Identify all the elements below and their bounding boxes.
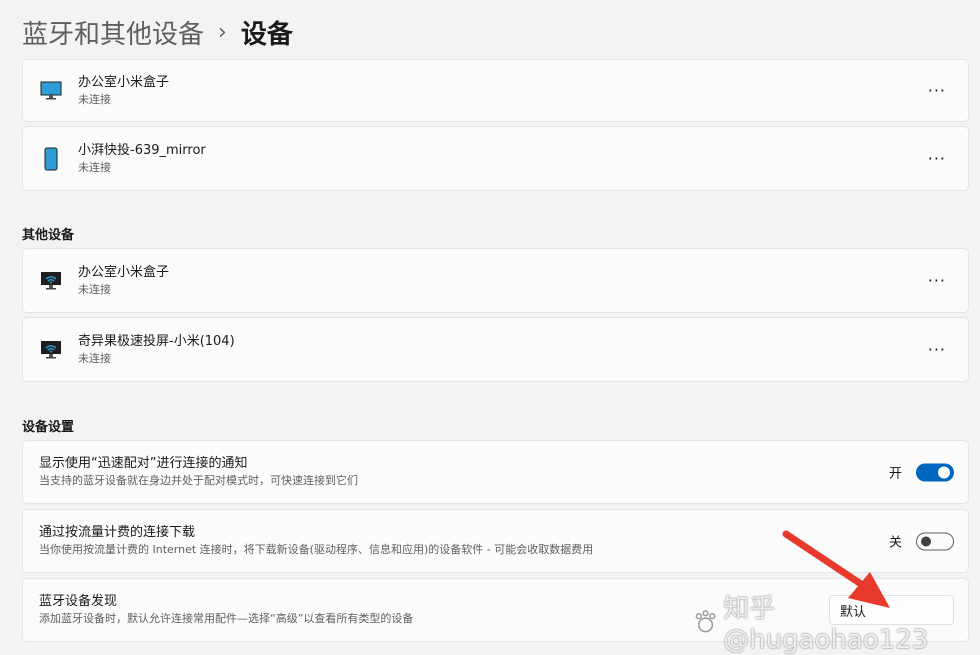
paw-logo-icon bbox=[695, 609, 716, 632]
device-name: 办公室小米盒子 bbox=[78, 74, 170, 90]
setting-description: 当支持的蓝牙设备就在身边并处于配对模式时，可快速连接到它们 bbox=[39, 474, 358, 487]
monitor-icon bbox=[39, 79, 63, 103]
device-status: 未连接 bbox=[78, 351, 111, 365]
more-options-icon[interactable]: ··· bbox=[928, 341, 946, 357]
toggle-state-label: 开 bbox=[888, 466, 902, 482]
device-status: 未连接 bbox=[78, 282, 111, 296]
more-options-icon[interactable]: ··· bbox=[928, 82, 946, 98]
setting-title: 蓝牙设备发现 bbox=[39, 594, 118, 609]
page-title: 设备 bbox=[240, 19, 293, 50]
toggle-knob bbox=[921, 536, 931, 546]
swift-pair-toggle[interactable] bbox=[916, 463, 954, 481]
setting-title: 通过按流量计费的连接下载 bbox=[39, 525, 196, 540]
device-status: 未连接 bbox=[78, 160, 111, 174]
breadcrumb: 蓝牙和其他设备 › 设备 bbox=[22, 12, 293, 52]
device-status: 未连接 bbox=[78, 92, 111, 106]
more-options-icon[interactable]: ··· bbox=[928, 150, 946, 166]
device-card[interactable]: 办公室小米盒子 未连接 ··· bbox=[22, 59, 969, 122]
phone-icon bbox=[39, 147, 63, 171]
toggle-knob bbox=[938, 466, 950, 478]
watermark-text: 知乎 @hugaohao123 bbox=[723, 594, 929, 655]
wireless-display-icon bbox=[39, 338, 63, 362]
device-card[interactable]: 奇异果极速投屏-小米(104) 未连接 ··· bbox=[22, 317, 969, 382]
section-title-other-devices: 其他设备 bbox=[22, 228, 75, 243]
device-name: 奇异果极速投屏-小米(104) bbox=[78, 333, 235, 349]
device-name: 小湃快投-639_mirror bbox=[78, 142, 206, 158]
setting-description: 当你使用按流量计费的 Internet 连接时，将下载新设备(驱动程序、信息和应… bbox=[39, 543, 594, 556]
device-name: 办公室小米盒子 bbox=[78, 264, 170, 280]
more-options-icon[interactable]: ··· bbox=[928, 272, 946, 288]
device-card[interactable]: 办公室小米盒子 未连接 ··· bbox=[22, 248, 969, 313]
setting-title: 显示使用“迅速配对”进行连接的通知 bbox=[39, 456, 248, 471]
breadcrumb-parent[interactable]: 蓝牙和其他设备 bbox=[22, 14, 204, 51]
metered-download-toggle[interactable] bbox=[916, 532, 954, 550]
setting-swift-pair: 显示使用“迅速配对”进行连接的通知 当支持的蓝牙设备就在身边并处于配对模式时，可… bbox=[22, 440, 969, 504]
section-title-device-settings: 设备设置 bbox=[22, 420, 75, 435]
breadcrumb-separator-icon: › bbox=[218, 19, 227, 45]
setting-description: 添加蓝牙设备时，默认允许连接常用配件—选择“高级”以查看所有类型的设备 bbox=[39, 612, 414, 625]
wireless-display-icon bbox=[39, 269, 63, 293]
watermark: 知乎 @hugaohao123 bbox=[692, 588, 980, 655]
device-card[interactable]: 小湃快投-639_mirror 未连接 ··· bbox=[22, 126, 969, 191]
